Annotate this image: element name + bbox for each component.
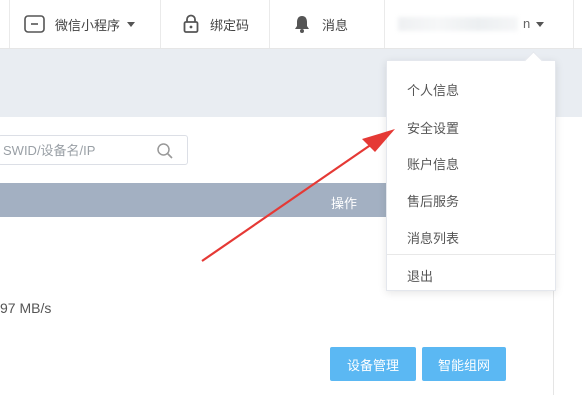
annotation-arrow [201,129,395,262]
annotation-arrow-line [201,143,373,262]
